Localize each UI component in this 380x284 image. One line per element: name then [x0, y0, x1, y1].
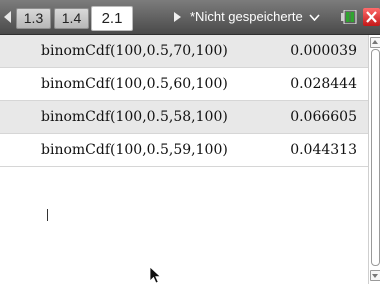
close-icon[interactable]	[363, 8, 380, 26]
chevron-down-icon[interactable]	[309, 14, 320, 21]
history-result: 0.044313	[290, 142, 357, 158]
scroll-thumb[interactable]	[371, 49, 380, 266]
history-expression: binomCdf(100,0.5,59,100)	[41, 142, 228, 158]
mouse-pointer-icon	[149, 266, 162, 284]
scroll-up-button[interactable]	[370, 37, 380, 48]
scrollbar[interactable]	[368, 35, 380, 284]
history-row[interactable]: binomCdf(100,0.5,70,100) 0.000039	[0, 35, 368, 68]
history-expression: binomCdf(100,0.5,70,100)	[41, 43, 228, 59]
text-cursor	[47, 209, 48, 221]
history-row[interactable]: binomCdf(100,0.5,60,100) 0.028444	[0, 68, 368, 101]
history-expression: binomCdf(100,0.5,58,100)	[41, 109, 228, 125]
tab-2-1[interactable]: 2.1	[91, 6, 133, 31]
history-row[interactable]: binomCdf(100,0.5,59,100) 0.044313	[0, 134, 368, 167]
tab-1-4[interactable]: 1.4	[54, 8, 89, 29]
document-title: *Nicht gespeicherte	[190, 9, 303, 24]
tab-1-3[interactable]: 1.3	[16, 8, 51, 29]
history-result: 0.000039	[290, 43, 357, 59]
history-result: 0.066605	[290, 109, 357, 125]
history-expression: binomCdf(100,0.5,60,100)	[41, 76, 228, 92]
calculator-history: binomCdf(100,0.5,70,100) 0.000039 binomC…	[0, 35, 368, 284]
tab-bar: 1.3 1.4 2.1 *Nicht gespeicherte	[0, 0, 380, 35]
triangle-right-icon[interactable]	[174, 12, 181, 22]
history-row[interactable]: binomCdf(100,0.5,58,100) 0.066605	[0, 101, 368, 134]
entry-line[interactable]	[0, 199, 368, 231]
scroll-down-button[interactable]	[370, 270, 380, 281]
scroll-tabs-left-icon[interactable]	[4, 11, 11, 23]
scroll-up-icon	[372, 40, 378, 44]
history-result: 0.028444	[290, 76, 357, 92]
scroll-down-icon	[372, 274, 378, 278]
battery-icon	[341, 10, 357, 24]
calculator-app: 1.3 1.4 2.1 *Nicht gespeicherte binomCdf…	[0, 0, 380, 284]
